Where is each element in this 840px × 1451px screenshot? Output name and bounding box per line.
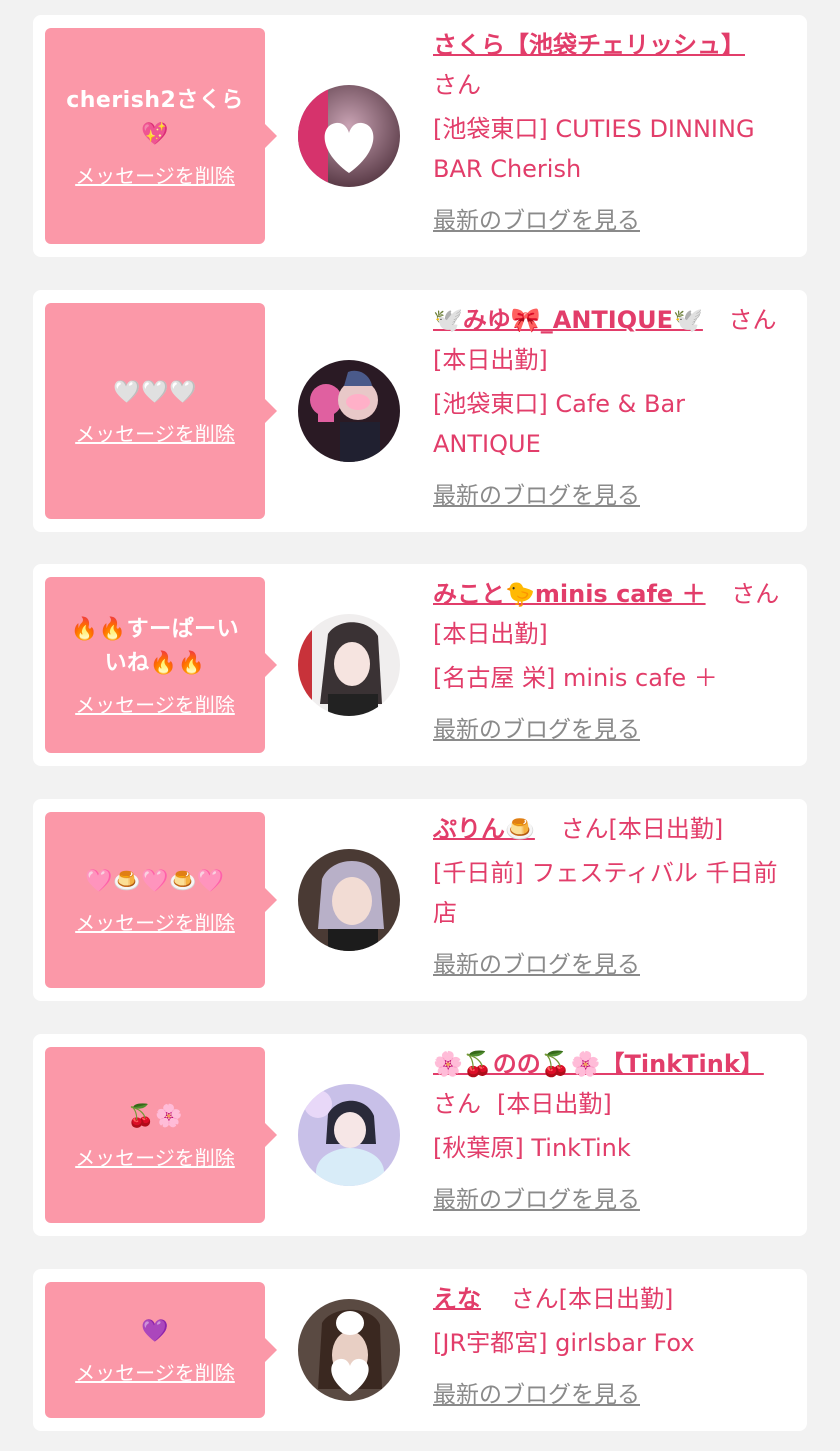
message-card: 🩷🍮🩷🍮🩷 メッセージを削除 ぷりん🍮 さん[本日出勤] [千日前] フェスティ… [33,799,807,1001]
avatar[interactable] [298,360,400,462]
message-card: cherish2さくら💖 メッセージを削除 さくら【池袋チェリッシュ】 さん [… [33,15,807,257]
latest-blog-link[interactable]: 最新のブログを見る [433,945,785,985]
message-bubble: 🍒🌸 メッセージを削除 [45,1047,277,1223]
shop-name: [千日前] フェスティバル 千日前店 [433,859,778,927]
cast-name-link[interactable]: 🕊️みゆ🎀_ANTIQUE🕊️ [433,306,703,334]
honorific: さん [731,580,780,608]
shop-name: [池袋東口] Cafe & Bar ANTIQUE [433,390,686,458]
avatar[interactable] [298,849,400,951]
cast-info: ぷりん🍮 さん[本日出勤] [千日前] フェスティバル 千日前店 最新のブログを… [433,809,785,985]
latest-blog-link[interactable]: 最新のブログを見る [433,1180,785,1220]
message-bubble: cherish2さくら💖 メッセージを削除 [45,28,277,244]
delete-message-link[interactable]: メッセージを削除 [75,160,235,189]
latest-blog-link[interactable]: 最新のブログを見る [433,1375,785,1415]
cast-info: さくら【池袋チェリッシュ】 さん [池袋東口] CUTIES DINNING B… [433,25,785,241]
latest-blog-link[interactable]: 最新のブログを見る [433,201,785,241]
latest-blog-link[interactable]: 最新のブログを見る [433,476,785,516]
delete-message-link[interactable]: メッセージを削除 [75,418,235,447]
cast-name-link[interactable]: ぷりん🍮 [433,815,535,843]
message-card: 🤍🤍🤍 メッセージを削除 🕊️みゆ🎀_ANTIQUE🕊️ さん [本日出勤] [… [33,290,807,532]
shop-name: [池袋東口] CUTIES DINNING BAR Cherish [433,115,755,183]
shop-name: [名古屋 栄] minis cafe ＋ [433,664,718,692]
working-today-badge: [本日出勤] [608,815,724,843]
delete-message-link[interactable]: メッセージを削除 [75,907,235,936]
delete-message-link[interactable]: メッセージを削除 [75,1357,235,1386]
message-text: cherish2さくら💖 [66,87,244,147]
avatar[interactable] [298,1299,400,1401]
message-card: 💜 メッセージを削除 えな さん[本日出勤] [JR宇都宮] girlsbar … [33,1269,807,1431]
message-card: 🔥🔥すーぱーいいね🔥🔥 メッセージを削除 みこと🐤minis cafe ＋ さん… [33,564,807,766]
working-today-badge: [本日出勤] [433,620,548,648]
honorific: さん [560,815,609,843]
cast-name-link[interactable]: さくら【池袋チェリッシュ】 [433,31,745,59]
message-text: 🩷🍮🩷🍮🩷 [85,868,225,894]
honorific: さん [728,306,777,334]
message-text: 🍒🌸 [127,1103,183,1129]
shop-name: [秋葉原] TinkTink [433,1134,631,1162]
cast-name-link[interactable]: えな [433,1285,481,1313]
cast-info: みこと🐤minis cafe ＋ さん [本日出勤] [名古屋 栄] minis… [433,574,785,750]
latest-blog-link[interactable]: 最新のブログを見る [433,710,785,750]
cast-info: 🕊️みゆ🎀_ANTIQUE🕊️ さん [本日出勤] [池袋東口] Cafe & … [433,300,785,516]
cast-info: えな さん[本日出勤] [JR宇都宮] girlsbar Fox 最新のブログを… [433,1279,785,1415]
avatar[interactable] [298,1084,400,1186]
message-bubble: 💜 メッセージを削除 [45,1282,277,1418]
avatar[interactable] [298,614,400,716]
message-text: 🤍🤍🤍 [113,379,197,405]
message-text: 🔥🔥すーぱーいいね🔥🔥 [70,616,240,676]
cast-name-link[interactable]: 🌸🍒のの🍒🌸【TinkTink】 [433,1050,764,1078]
message-card: 🍒🌸 メッセージを削除 🌸🍒のの🍒🌸【TinkTink】 さん [本日出勤] [… [33,1034,807,1236]
working-today-badge: [本日出勤] [433,346,548,374]
message-bubble: 🩷🍮🩷🍮🩷 メッセージを削除 [45,812,277,988]
shop-name: [JR宇都宮] girlsbar Fox [433,1329,695,1357]
cast-info: 🌸🍒のの🍒🌸【TinkTink】 さん [本日出勤] [秋葉原] TinkTin… [433,1044,785,1220]
honorific: さん [510,1285,559,1313]
delete-message-link[interactable]: メッセージを削除 [75,1142,235,1171]
working-today-badge: [本日出勤] [497,1090,612,1118]
message-text: 💜 [141,1318,169,1344]
message-bubble: 🔥🔥すーぱーいいね🔥🔥 メッセージを削除 [45,577,277,753]
avatar[interactable] [298,85,400,187]
working-today-badge: [本日出勤] [558,1285,674,1313]
honorific: さん [433,71,481,99]
message-bubble: 🤍🤍🤍 メッセージを削除 [45,303,277,519]
delete-message-link[interactable]: メッセージを削除 [75,689,235,718]
cast-name-link[interactable]: みこと🐤minis cafe ＋ [433,580,706,608]
